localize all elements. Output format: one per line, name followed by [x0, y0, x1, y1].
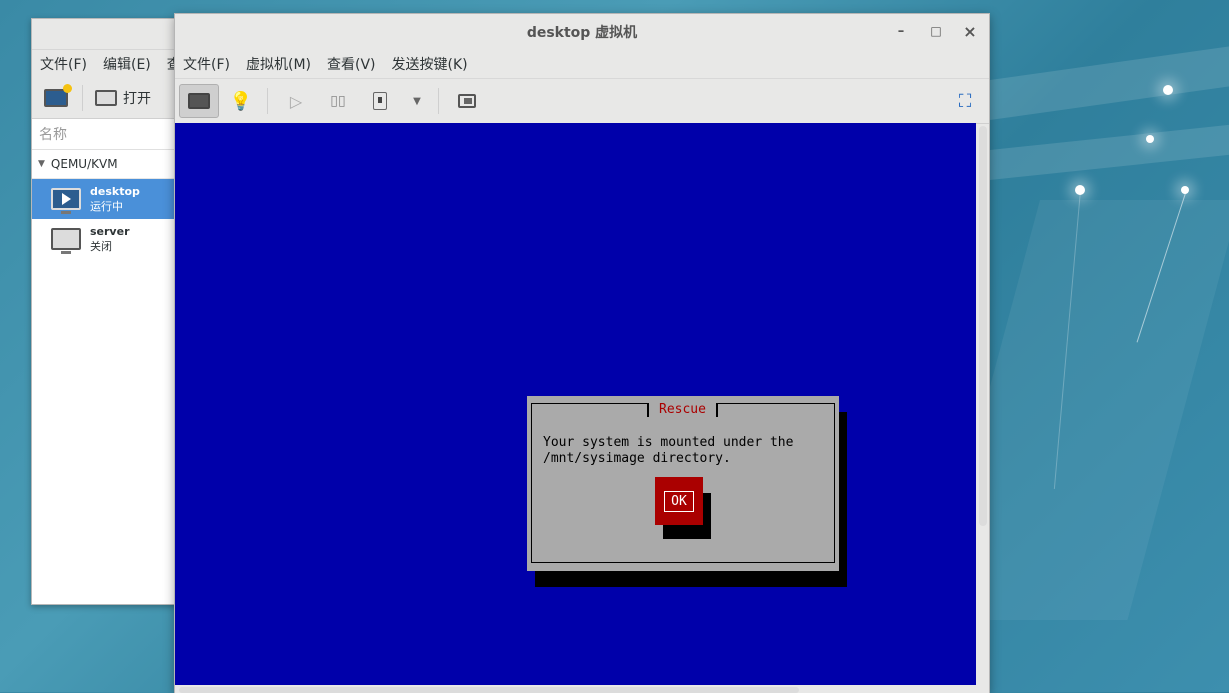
manager-titlebar[interactable]: [32, 19, 177, 50]
vm-row-server[interactable]: server 关闭: [32, 219, 177, 259]
manager-menubar: 文件(F) 编辑(E) 查: [32, 50, 177, 78]
chevron-down-icon[interactable]: ▼: [38, 159, 45, 169]
shutdown-button[interactable]: [360, 84, 400, 118]
ok-button[interactable]: OK: [655, 477, 703, 525]
vm-console-display[interactable]: Rescue Your system is mounted under the …: [175, 123, 976, 685]
dialog-message: Your system is mounted under the /mnt/sy…: [543, 435, 794, 466]
connection-group[interactable]: ▼ QEMU/KVM: [32, 150, 177, 179]
vm-name: server: [90, 224, 130, 238]
connection-label: QEMU/KVM: [50, 157, 118, 171]
list-header-name[interactable]: 名称: [32, 119, 177, 150]
pause-icon: ▯▯: [330, 93, 346, 109]
window-title: desktop 虚拟机: [526, 25, 638, 41]
menu-virtual-machine[interactable]: 虚拟机(M): [246, 54, 311, 74]
console-view-button[interactable]: [179, 84, 219, 118]
vm-status: 运行中: [90, 199, 123, 213]
dialog-title: Rescue: [647, 403, 718, 417]
close-button[interactable]: ×: [962, 22, 978, 41]
run-button[interactable]: ▷: [276, 84, 316, 118]
manager-toolbar: 打开: [32, 78, 177, 119]
virt-manager-window[interactable]: 文件(F) 编辑(E) 查 打开 名称 ▼ QEMU/KVM desktop 运…: [31, 18, 178, 605]
menu-file[interactable]: 文件(F): [183, 54, 230, 74]
monitor-icon: [95, 90, 117, 106]
vm-window-titlebar[interactable]: desktop 虚拟机 – □ ×: [175, 14, 989, 50]
ok-button-label: OK: [664, 490, 694, 512]
vm-running-icon: [51, 188, 81, 214]
rescue-dialog: Rescue Your system is mounted under the …: [527, 396, 839, 571]
pause-button[interactable]: ▯▯: [318, 84, 358, 118]
vm-stopped-icon: [51, 228, 81, 254]
vm-row-desktop[interactable]: desktop 运行中: [32, 179, 177, 219]
open-button[interactable]: 打开: [95, 88, 151, 108]
minimize-button[interactable]: –: [893, 24, 909, 39]
fullscreen-button[interactable]: ⛶: [945, 84, 985, 118]
open-button-label: 打开: [123, 91, 151, 107]
vm-console-window[interactable]: desktop 虚拟机 – □ × 文件(F) 虚拟机(M) 查看(V) 发送按…: [174, 13, 990, 693]
menu-file[interactable]: 文件(F): [40, 54, 87, 74]
vm-menubar: 文件(F) 虚拟机(M) 查看(V) 发送按键(K): [175, 50, 989, 79]
play-icon: ▷: [289, 91, 303, 111]
new-vm-icon[interactable]: [44, 84, 72, 107]
monitor-icon: [188, 93, 210, 109]
menu-view[interactable]: 查看(V): [327, 54, 376, 74]
horizontal-scrollbar[interactable]: [179, 687, 799, 693]
chevron-down-icon: ▼: [413, 95, 421, 107]
vm-name: desktop: [90, 184, 140, 198]
vm-toolbar: 💡 ▷ ▯▯ ▼ ⛶: [175, 79, 989, 124]
lightbulb-icon: 💡: [229, 90, 253, 112]
menu-send-key[interactable]: 发送按键(K): [392, 54, 468, 74]
shutdown-menu-button[interactable]: ▼: [402, 84, 432, 118]
fullscreen-icon: ⛶: [958, 90, 972, 112]
menu-edit[interactable]: 编辑(E): [103, 54, 151, 74]
vertical-scrollbar[interactable]: [979, 126, 987, 526]
power-icon: [373, 92, 387, 110]
snapshots-button[interactable]: [447, 84, 487, 118]
vm-status: 关闭: [90, 239, 112, 253]
details-button[interactable]: 💡: [221, 84, 261, 118]
maximize-button[interactable]: □: [928, 24, 944, 38]
snapshot-icon: [458, 94, 476, 108]
